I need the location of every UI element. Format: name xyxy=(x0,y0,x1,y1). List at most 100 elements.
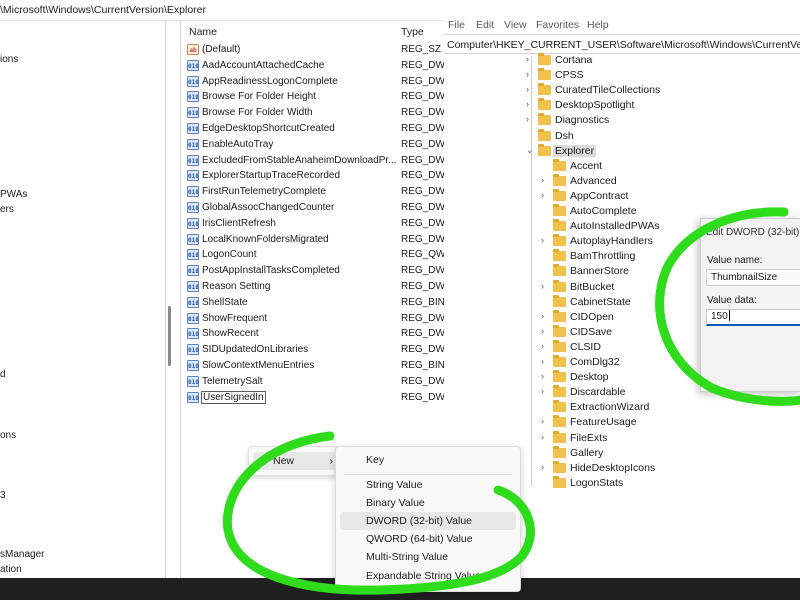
value-name: FirstRunTelemetryComplete xyxy=(202,186,326,198)
menu-item-new[interactable]: New › xyxy=(253,452,343,470)
chevron-right-icon[interactable]: › xyxy=(541,416,551,426)
chevron-right-icon[interactable]: › xyxy=(526,54,536,64)
folder-icon xyxy=(553,445,566,458)
context-menu: New › xyxy=(248,446,348,476)
binary-value-icon: 010 xyxy=(187,75,199,87)
tree-item-fragment[interactable]: ers xyxy=(0,204,14,215)
tree-item-dsh[interactable]: Dsh xyxy=(526,128,800,144)
folder-icon xyxy=(553,309,566,322)
folder-icon xyxy=(553,264,566,277)
menu-edit[interactable]: Edit xyxy=(476,19,494,31)
tree-item-fileexts[interactable]: › FileExts xyxy=(541,430,800,446)
folder-icon xyxy=(553,279,566,292)
binary-value-icon: 010 xyxy=(187,123,199,134)
address-bar-right[interactable]: Computer\HKEY_CURRENT_USER\Software\Micr… xyxy=(444,34,800,54)
chevron-right-icon: › xyxy=(329,455,334,467)
tree-item-cortana[interactable]: › Cortana xyxy=(526,53,800,68)
value-type: REG_SZ xyxy=(401,44,442,55)
tree-item-label: Gallery xyxy=(570,446,604,459)
chevron-right-icon[interactable]: › xyxy=(526,84,536,94)
binary-value-icon: 010 xyxy=(187,107,199,119)
chevron-right-icon[interactable]: › xyxy=(541,356,551,366)
tree-item-label: Desktop xyxy=(570,371,609,384)
value-data-text: 150 xyxy=(711,311,728,322)
folder-icon xyxy=(553,385,566,398)
tree-item-explorer[interactable]: ⌄ Explorer xyxy=(526,143,800,159)
binary-value-icon: 010 xyxy=(187,138,199,150)
column-header-type[interactable]: Type xyxy=(401,26,424,38)
scrollbar-thumb[interactable] xyxy=(168,306,171,366)
menu-item-multi-string-value[interactable]: Multi-String Value xyxy=(340,548,516,566)
chevron-right-icon[interactable]: › xyxy=(526,69,536,79)
menu-item-binary-value[interactable]: Binary Value xyxy=(340,494,516,512)
chevron-right-icon[interactable]: › xyxy=(541,371,551,381)
menu-help[interactable]: Help xyxy=(587,19,609,31)
tree-item-accent[interactable]: Accent xyxy=(541,158,800,174)
menu-item-string-value[interactable]: String Value xyxy=(340,476,516,494)
menu-separator xyxy=(344,474,512,475)
chevron-right-icon[interactable]: › xyxy=(541,326,551,336)
tree-item-fragment[interactable]: 3 xyxy=(0,490,6,501)
string-value-icon: ab xyxy=(187,44,199,55)
folder-icon xyxy=(538,53,551,65)
tree-item-fragment[interactable]: ions xyxy=(0,54,18,65)
tree-item-label: DesktopSpotlight xyxy=(555,99,635,112)
chevron-right-icon[interactable]: › xyxy=(541,432,551,442)
chevron-right-icon[interactable]: › xyxy=(526,114,536,124)
tree-item-fragment[interactable]: ation xyxy=(0,564,22,575)
chevron-right-icon[interactable]: › xyxy=(541,235,551,245)
value-name: EnableAutoTray xyxy=(202,138,274,150)
tree-scrollbar[interactable] xyxy=(168,26,171,578)
value-name: ShowRecent xyxy=(202,328,259,340)
value-name: TelemetrySalt xyxy=(202,375,263,387)
binary-value-icon: 010 xyxy=(187,170,199,182)
tree-item-extractionwizard[interactable]: ExtractionWizard xyxy=(541,400,800,415)
tree-item-label: CIDOpen xyxy=(570,310,614,323)
chevron-right-icon[interactable]: › xyxy=(526,99,536,109)
value-name: LocalKnownFoldersMigrated xyxy=(202,233,329,245)
tree-item-fragment[interactable]: sManager xyxy=(0,549,44,560)
tree-item-label: FileExts xyxy=(570,431,608,444)
folder-icon xyxy=(553,249,566,262)
tree-item-advanced[interactable]: › Advanced xyxy=(541,173,800,189)
chevron-right-icon[interactable]: › xyxy=(541,386,551,396)
tree-item-appcontract[interactable]: › AppContract xyxy=(541,188,800,204)
tree-item-desktopspotlight[interactable]: › DesktopSpotlight xyxy=(526,98,800,113)
menu-item-new-label: New xyxy=(273,455,295,467)
chevron-right-icon[interactable]: › xyxy=(541,175,551,185)
column-header-name[interactable]: Name xyxy=(189,26,217,38)
tree-item-featureusage[interactable]: › FeatureUsage xyxy=(541,415,800,430)
tree-item-hidedesktopicons[interactable]: › HideDesktopIcons xyxy=(541,460,800,476)
tree-item-logonstats[interactable]: LogonStats xyxy=(541,475,800,491)
chevron-right-icon[interactable]: › xyxy=(541,311,551,321)
tree-item-label: Diagnostics xyxy=(555,114,610,127)
chevron-right-icon[interactable]: › xyxy=(541,281,551,291)
tree-item-diagnostics[interactable]: › Diagnostics xyxy=(526,113,800,128)
value-name: ExplorerStartupTraceRecorded xyxy=(202,170,341,182)
menu-item-key[interactable]: Key xyxy=(340,451,516,469)
menu-item-qword-value[interactable]: QWORD (64-bit) Value xyxy=(340,530,516,548)
menu-view[interactable]: View xyxy=(504,19,527,31)
folder-icon xyxy=(553,219,566,232)
tree-item-curatedtilecollections[interactable]: › CuratedTileCollections xyxy=(526,83,800,98)
menu-favorites[interactable]: Favorites xyxy=(536,19,579,31)
chevron-down-icon[interactable]: ⌄ xyxy=(526,145,536,156)
value-name-field[interactable]: ThumbnailSize xyxy=(706,269,800,286)
value-data-field[interactable]: 150 xyxy=(706,309,800,326)
chevron-right-icon[interactable]: › xyxy=(541,341,551,351)
tree-item-cpss[interactable]: › CPSS xyxy=(526,68,800,83)
folder-icon xyxy=(553,234,566,247)
chevron-right-icon[interactable]: › xyxy=(541,462,551,472)
tree-item-gallery[interactable]: Gallery xyxy=(541,445,800,461)
menu-item-dword-value[interactable]: DWORD (32-bit) Value xyxy=(340,512,516,530)
tree-item-fragment[interactable]: d xyxy=(0,369,6,380)
tree-item-fragment[interactable]: PWAs xyxy=(0,189,27,200)
menu-file[interactable]: File xyxy=(448,19,465,31)
menu-item-expandable-string-value[interactable]: Expandable String Value xyxy=(340,567,516,585)
tree-item-fragment[interactable]: ons xyxy=(0,430,16,441)
value-name: SlowContextMenuEntries xyxy=(202,360,315,371)
value-name: Browse For Folder Height xyxy=(202,91,316,103)
chevron-right-icon[interactable]: › xyxy=(541,190,551,200)
tree-item-autocomplete[interactable]: AutoComplete xyxy=(541,204,800,219)
folder-icon xyxy=(553,158,566,171)
